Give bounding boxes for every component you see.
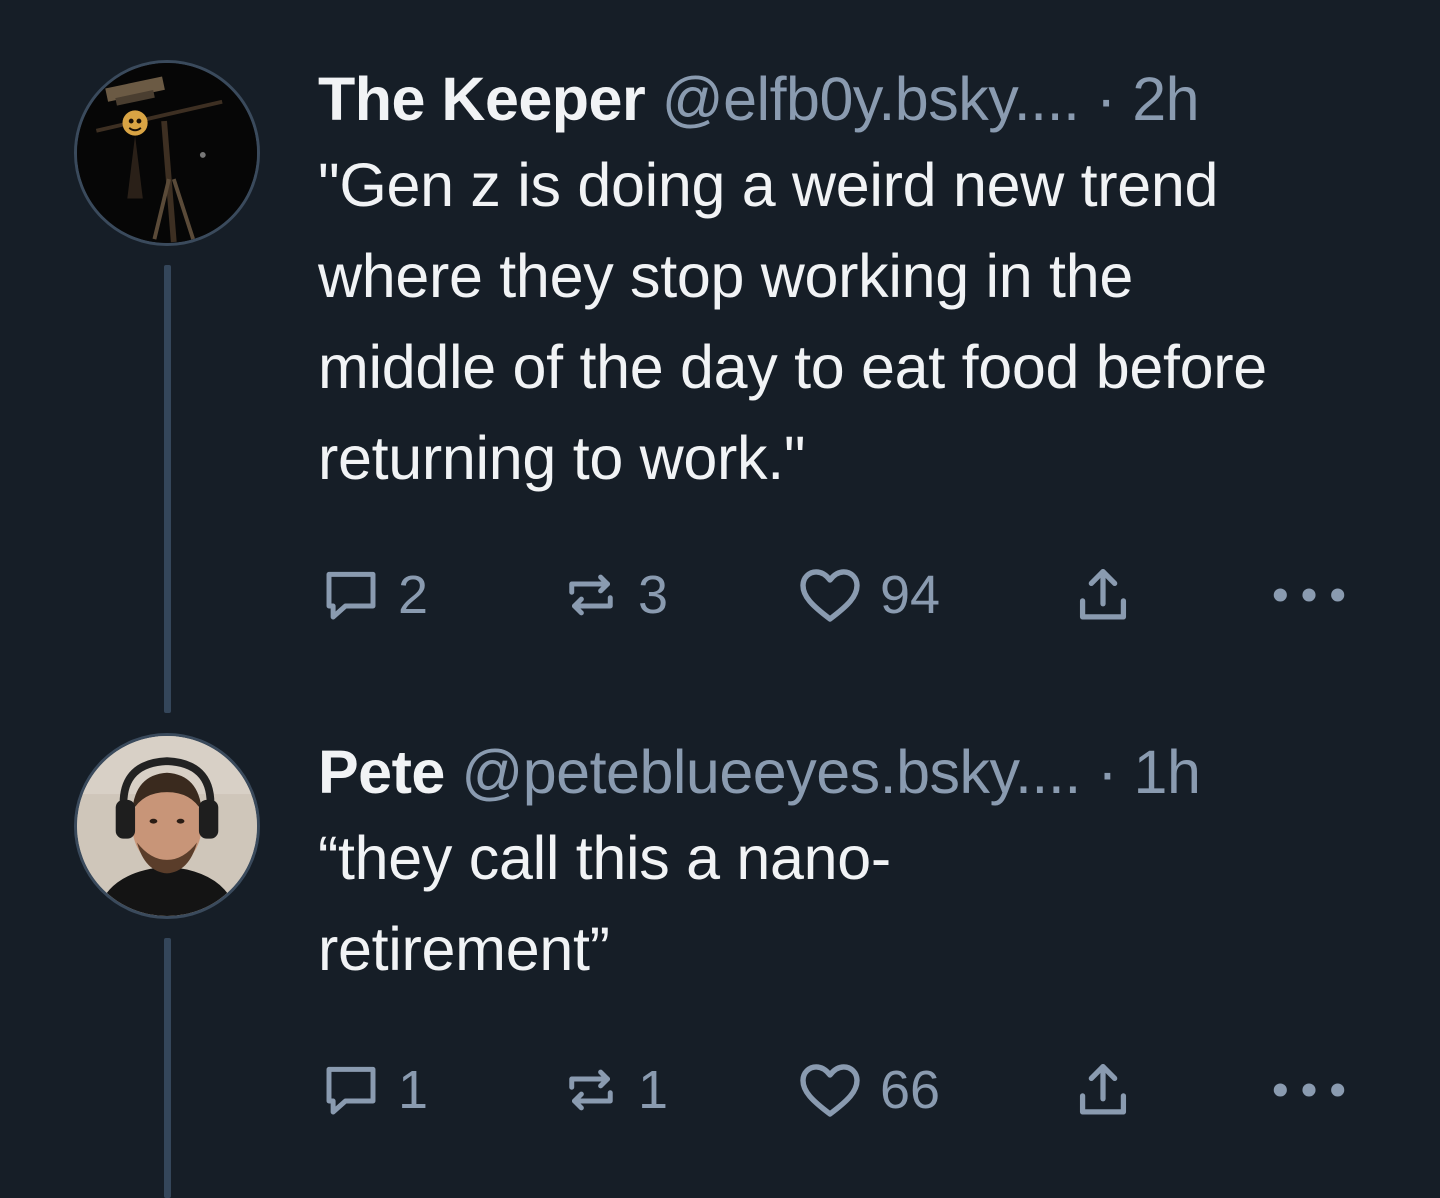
display-name[interactable]: The Keeper bbox=[318, 65, 646, 133]
ellipsis-icon bbox=[1273, 588, 1345, 602]
speech-bubble-icon bbox=[326, 1066, 376, 1115]
ellipsis-icon bbox=[1273, 1083, 1345, 1097]
share-upload-icon bbox=[1079, 569, 1127, 620]
repost-button[interactable]: 3 bbox=[558, 555, 668, 635]
display-name[interactable]: Pete bbox=[318, 738, 445, 806]
like-count: 66 bbox=[880, 1060, 941, 1120]
reply-button[interactable]: 1 bbox=[318, 1050, 428, 1130]
repost-arrows-icon bbox=[569, 1069, 613, 1111]
post-timestamp[interactable]: 2h bbox=[1132, 65, 1199, 133]
post-actions: 1 1 66 bbox=[318, 1050, 1368, 1130]
man-with-headphones-avatar-image bbox=[77, 736, 257, 916]
repost-count: 3 bbox=[638, 565, 669, 625]
avatar-the-keeper[interactable] bbox=[74, 60, 260, 246]
share-button[interactable] bbox=[1068, 1050, 1138, 1130]
repost-count: 1 bbox=[638, 1060, 669, 1120]
reply-button[interactable]: 2 bbox=[318, 555, 428, 635]
post-timestamp[interactable]: 1h bbox=[1134, 738, 1201, 806]
separator-dot: · bbox=[1095, 65, 1116, 133]
share-button[interactable] bbox=[1068, 555, 1138, 635]
separator-dot: · bbox=[1097, 738, 1118, 806]
post-text: "Gen z is doing a weird new trend where … bbox=[318, 151, 1267, 492]
pumpkin-scarecrow-avatar-image bbox=[77, 63, 257, 243]
share-upload-icon bbox=[1079, 1064, 1127, 1115]
reply-count: 1 bbox=[398, 1060, 429, 1120]
like-count: 94 bbox=[880, 565, 941, 625]
more-options-button[interactable] bbox=[1268, 555, 1350, 635]
repost-arrows-icon bbox=[569, 574, 613, 616]
post-actions: 2 3 94 bbox=[318, 555, 1368, 635]
post-the-keeper[interactable]: The Keeper @elfb0y.bsky.... · 2h "Gen z … bbox=[0, 0, 1440, 713]
handle[interactable]: @peteblueeyes.bsky.... bbox=[461, 738, 1081, 806]
speech-bubble-icon bbox=[326, 571, 376, 620]
heart-outline-icon bbox=[800, 1064, 860, 1117]
post-header: The Keeper @elfb0y.bsky.... · 2h bbox=[318, 62, 1380, 136]
like-button[interactable]: 94 bbox=[794, 555, 940, 635]
thread-line bbox=[164, 938, 171, 1198]
post-header: Pete @peteblueeyes.bsky.... · 1h bbox=[318, 735, 1380, 809]
post-pete[interactable]: Pete @peteblueeyes.bsky.... · 1h “they c… bbox=[0, 700, 1440, 1198]
more-options-button[interactable] bbox=[1268, 1050, 1350, 1130]
post-text: “they call this a nano-retirement” bbox=[318, 824, 891, 983]
thread-line bbox=[164, 265, 171, 713]
post-content: Pete @peteblueeyes.bsky.... · 1h “they c… bbox=[318, 735, 1380, 995]
like-button[interactable]: 66 bbox=[794, 1050, 940, 1130]
reply-count: 2 bbox=[398, 565, 429, 625]
post-content: The Keeper @elfb0y.bsky.... · 2h "Gen z … bbox=[318, 62, 1380, 504]
handle[interactable]: @elfb0y.bsky.... bbox=[662, 65, 1080, 133]
repost-button[interactable]: 1 bbox=[558, 1050, 668, 1130]
heart-outline-icon bbox=[800, 569, 860, 622]
avatar-pete[interactable] bbox=[74, 733, 260, 919]
